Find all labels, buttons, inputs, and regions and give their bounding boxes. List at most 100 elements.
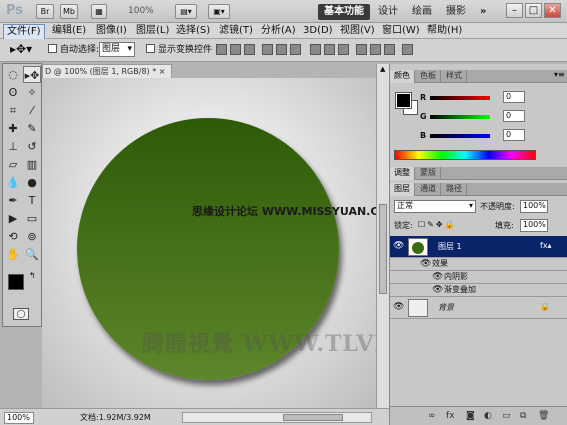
menu-edit[interactable]: 编辑(E) [49,24,89,38]
r-slider-track[interactable] [430,96,490,100]
auto-select-checkbox[interactable] [48,44,57,53]
swap-colors-icon[interactable]: ↰ [29,271,36,280]
menu-layer[interactable]: 图层(L) [133,24,172,38]
quick-select-tool-icon[interactable]: ✧ [23,84,41,101]
effect-gradient-overlay[interactable]: 👁 渐变叠加 [390,284,567,297]
shape-tool-icon[interactable]: ▭ [23,210,41,227]
blend-mode-dropdown[interactable]: 正常 ▾ [394,200,476,213]
layer-row-background[interactable]: 👁 背景 🔒 [390,297,567,319]
zoom-field[interactable]: 100% [4,412,34,424]
brush-tool-icon[interactable]: ✎ [23,120,41,137]
lasso-tool-icon[interactable]: ʘ [4,84,22,101]
horizontal-scrollbar[interactable] [182,412,372,423]
more-workspaces-icon[interactable]: » [474,4,492,20]
b-slider-track[interactable] [430,134,490,138]
close-button[interactable]: ✕ [544,3,561,18]
tab-layers[interactable]: 图层 [390,183,415,196]
minimize-button[interactable]: – [506,3,523,18]
marquee-tool-icon[interactable]: ◌ [4,66,22,83]
menu-analysis[interactable]: 分析(A) [258,24,299,38]
adjustment-icon[interactable]: ◐ [484,411,492,421]
hand-tool-icon[interactable]: ✋ [4,246,22,263]
document-canvas[interactable]: 思缘设计论坛 WWW.MISSYUAN.COM 腾龍視覺 WWW.TLVI.NE… [42,78,376,408]
distribute-top-icon[interactable] [310,44,321,55]
r-value-field[interactable]: 0 [503,91,525,103]
scroll-up-icon[interactable]: ▲ [380,65,385,73]
horizontal-scroll-thumb[interactable] [283,414,343,421]
distribute-vcenter-icon[interactable] [324,44,335,55]
workspace-essentials[interactable]: 基本功能 [318,4,370,20]
menu-file[interactable]: 文件(F) [3,24,45,40]
distribute-right-icon[interactable] [384,44,395,55]
color-panel-foreground-swatch[interactable] [395,92,412,109]
eye-icon[interactable]: 👁 [432,285,443,295]
g-value-field[interactable]: 0 [503,110,525,122]
vertical-scroll-thumb[interactable] [379,204,387,294]
menu-window[interactable]: 窗口(W) [379,24,423,38]
move-tool-preset-icon[interactable]: ▸✥▾ [10,42,32,56]
tab-styles[interactable]: 样式 [442,70,467,83]
arrange-documents-icon[interactable]: ▤▾ [175,4,197,19]
tab-paths[interactable]: 路径 [442,183,467,196]
b-value-field[interactable]: 0 [503,129,525,141]
menu-view[interactable]: 视图(V) [337,24,378,38]
vertical-scrollbar[interactable]: ▲ [376,64,389,408]
gradient-tool-icon[interactable]: ▥ [23,156,41,173]
type-tool-icon[interactable]: T [23,192,41,209]
layer-row-layer1[interactable]: 👁 图层 1 fx▴ [390,236,567,258]
quick-mask-icon[interactable]: ◯ [13,308,29,320]
eye-icon[interactable]: 👁 [393,241,404,251]
blur-tool-icon[interactable]: 💧 [4,174,22,191]
tab-adjustments[interactable]: 调整 [390,167,415,180]
eye-icon[interactable]: 👁 [420,259,431,269]
document-size-info[interactable]: 文档:1.92M/3.92M [80,412,151,423]
distribute-hcenter-icon[interactable] [370,44,381,55]
color-spectrum-bar[interactable] [394,150,536,160]
screen-mode-icon[interactable]: ▣▾ [208,4,230,19]
tab-channels[interactable]: 通道 [416,183,441,196]
effect-inner-shadow[interactable]: 👁 内阴影 [390,271,567,284]
history-brush-tool-icon[interactable]: ↺ [23,138,41,155]
align-vcenter-icon[interactable] [230,44,241,55]
trash-icon[interactable]: 🗑 [538,411,549,421]
tab-masks[interactable]: 蒙版 [416,167,441,180]
workspace-photography[interactable]: 摄影 [440,4,472,20]
align-left-icon[interactable] [262,44,273,55]
menu-select[interactable]: 选择(S) [173,24,213,38]
mask-icon[interactable]: ◙ [466,411,475,421]
healing-brush-tool-icon[interactable]: ✚ [4,120,22,137]
panel-menu-icon[interactable]: ▾≡ [554,70,565,79]
new-layer-icon[interactable]: ⧉ [520,411,526,421]
move-tool-icon[interactable]: ▸✥ [23,66,41,83]
lock-icons[interactable]: ☐✎✥🔒 [418,220,457,230]
show-transform-checkbox[interactable] [146,44,155,53]
eye-icon[interactable]: 👁 [432,272,443,282]
3d-rotate-tool-icon[interactable]: ⟲ [4,228,22,245]
fill-field[interactable]: 100% [520,219,548,232]
link-icon[interactable]: ∞ [428,411,436,421]
path-selection-tool-icon[interactable]: ▶ [4,210,22,227]
auto-select-dropdown[interactable]: 图层 ▾ [99,42,135,57]
eye-icon[interactable]: 👁 [393,302,404,312]
menu-3d[interactable]: 3D(D) [300,24,336,38]
menu-image[interactable]: 图像(I) [93,24,130,38]
zoom-level-combo[interactable]: 100% [128,6,154,16]
align-right-icon[interactable] [290,44,301,55]
zoom-tool-icon[interactable]: 🔍 [23,246,41,263]
align-top-icon[interactable] [216,44,227,55]
menu-help[interactable]: 帮助(H) [424,24,465,38]
tab-swatches[interactable]: 色板 [416,70,441,83]
tab-color[interactable]: 颜色 [390,70,415,83]
distribute-left-icon[interactable] [356,44,367,55]
close-tab-icon[interactable]: × [159,67,166,76]
fx-icon[interactable]: fx [446,411,455,421]
view-extras-icon[interactable]: ▦ [91,4,107,19]
distribute-bottom-icon[interactable] [338,44,349,55]
eraser-tool-icon[interactable]: ▱ [4,156,22,173]
g-slider-track[interactable] [430,115,490,119]
auto-align-icon[interactable] [402,44,413,55]
menu-filter[interactable]: 滤镜(T) [216,24,256,38]
workspace-painting[interactable]: 绘画 [406,4,438,20]
fx-badge-icon[interactable]: fx▴ [540,241,552,250]
dodge-tool-icon[interactable]: ● [23,174,41,191]
